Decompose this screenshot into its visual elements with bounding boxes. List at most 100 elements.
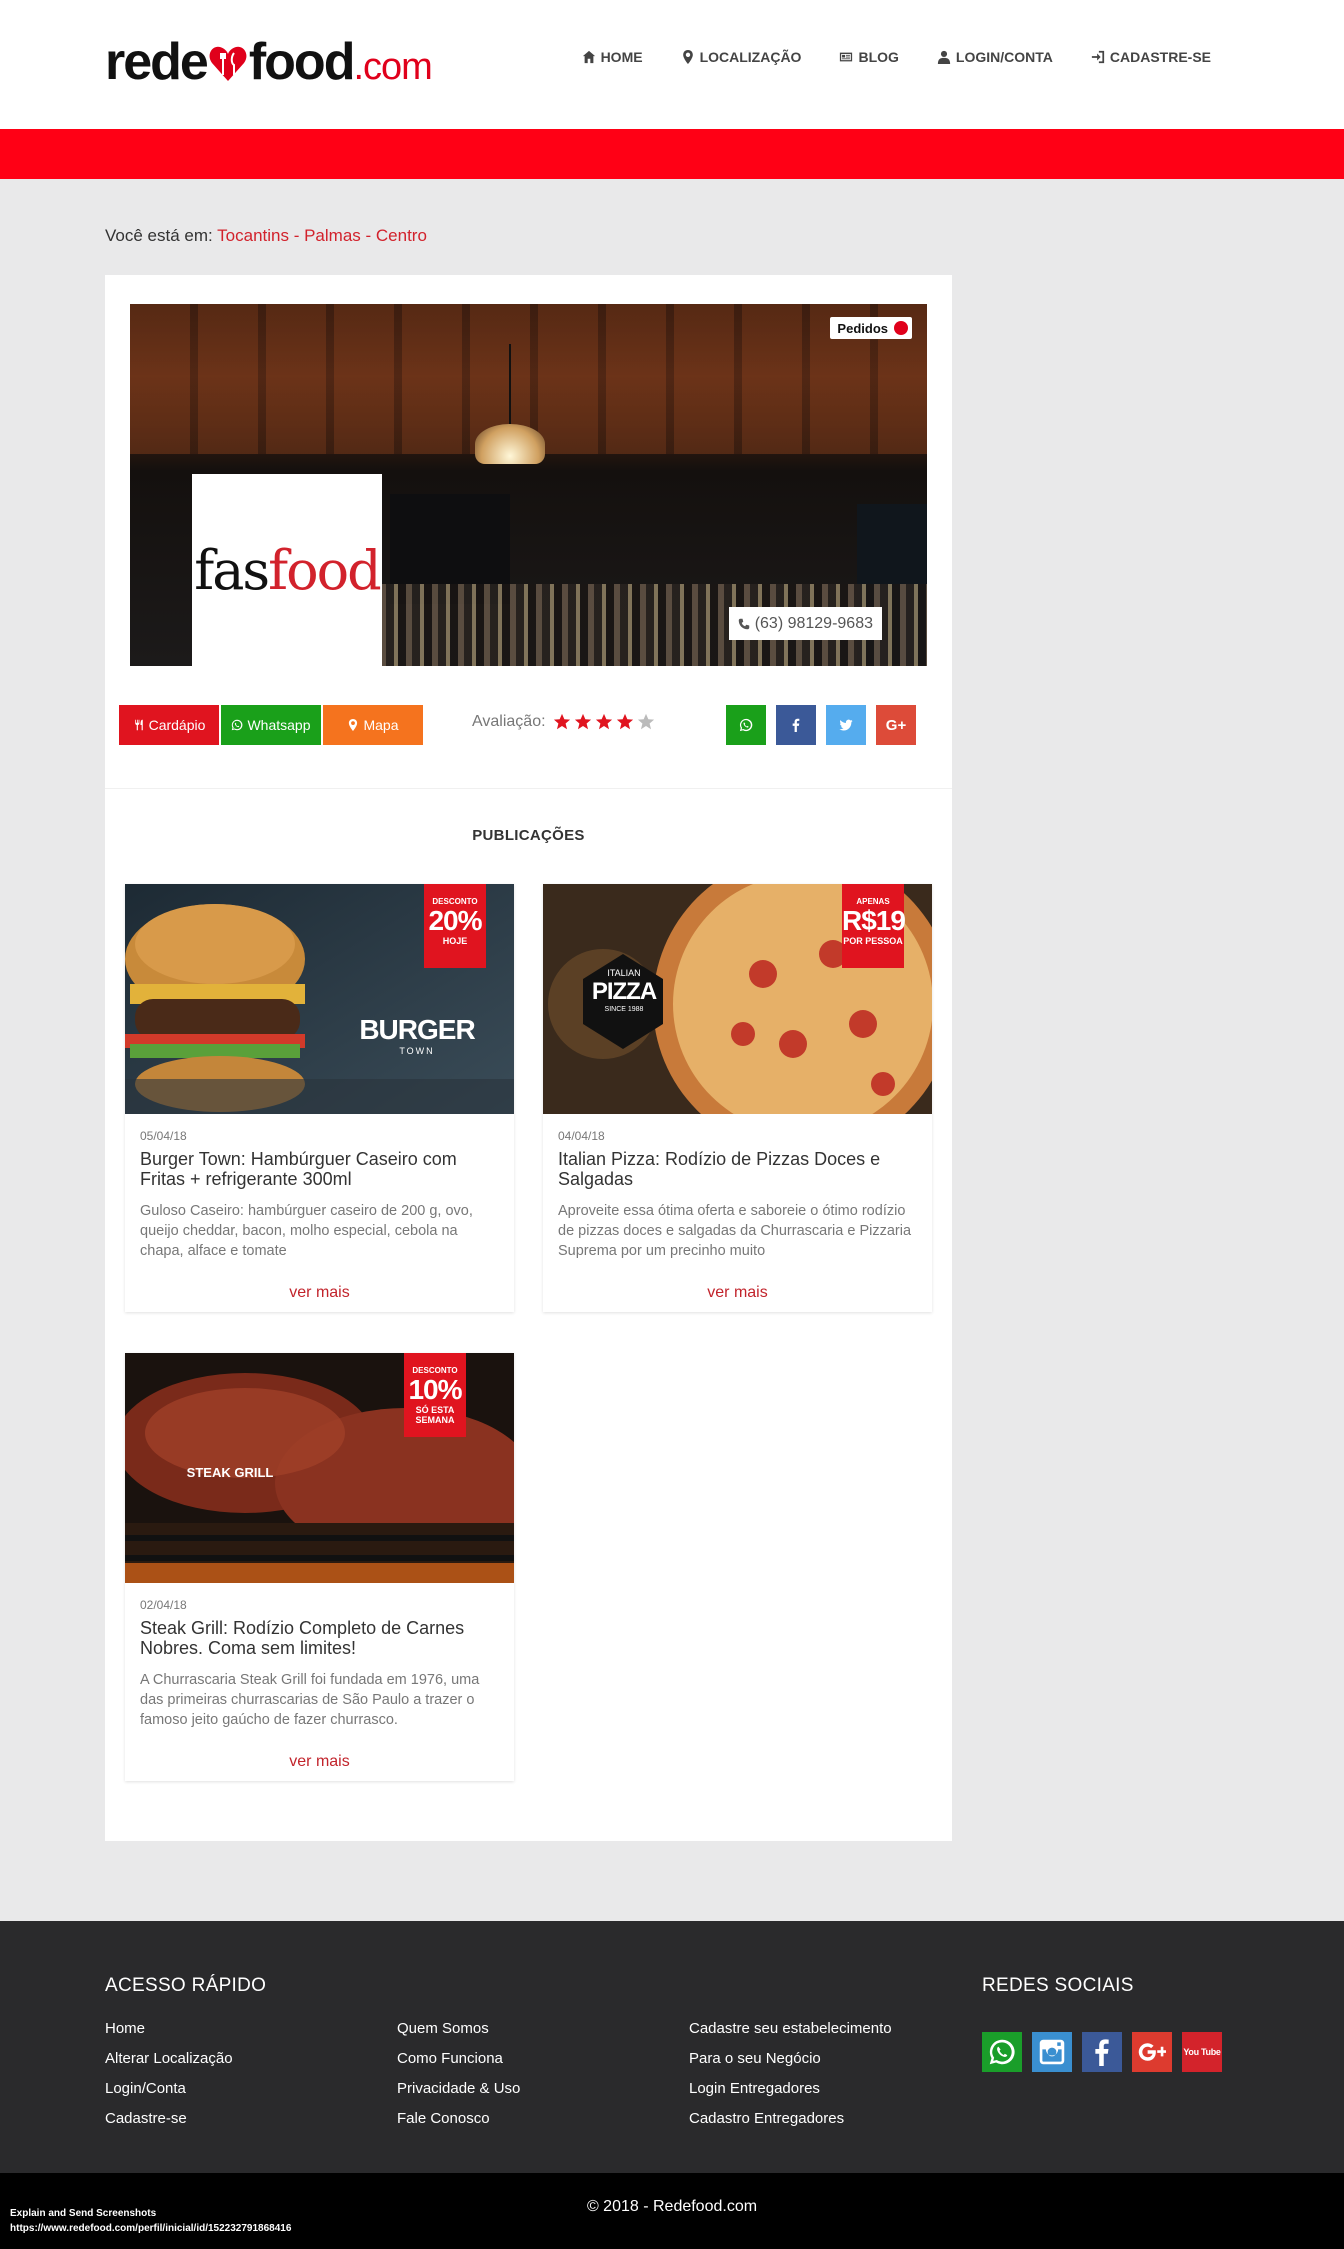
social-title: REDES SOCIAIS: [982, 1975, 1134, 1996]
whatsapp-icon: [739, 718, 753, 732]
quick-access-title: ACESSO RÁPIDO: [105, 1975, 267, 1996]
footer-link-home[interactable]: Home: [105, 2019, 233, 2039]
footer-link-register-business[interactable]: Cadastre seu estabelecimento: [689, 2019, 892, 2039]
rating: Avaliação:: [472, 713, 655, 731]
map-button[interactable]: Mapa: [323, 705, 423, 745]
instagram-icon: [1039, 2039, 1065, 2065]
post-image-brand-name: BURGER: [359, 1014, 475, 1045]
logo-text-rede: rede: [105, 33, 209, 91]
footer-link-change-location[interactable]: Alterar Localização: [105, 2049, 233, 2069]
footer-google-plus-link[interactable]: [1132, 2032, 1172, 2072]
google-plus-icon: G+: [885, 716, 907, 734]
footer-link-signup[interactable]: Cadastre-se: [105, 2109, 233, 2129]
star-empty-icon[interactable]: [637, 713, 655, 731]
footer-link-courier-login[interactable]: Login Entregadores: [689, 2079, 892, 2099]
post-title[interactable]: Steak Grill: Rodízio Completo de Carnes …: [140, 1618, 500, 1658]
read-more-link[interactable]: ver mais: [125, 1753, 514, 1771]
price-badge: APENAS R$19 POR PESSOA: [842, 884, 906, 968]
cover-lamp-wire: [509, 344, 511, 429]
footer-link-for-business[interactable]: Para o seu Negócio: [689, 2049, 892, 2069]
youtube-icon: You Tube: [1183, 2047, 1221, 2057]
sign-in-icon: [1091, 50, 1104, 64]
footer-column-1: Home Alterar Localização Login/Conta Cad…: [105, 2019, 233, 2129]
nav-location[interactable]: LOCALIZAÇÃO: [681, 49, 802, 65]
rating-stars[interactable]: [553, 713, 655, 731]
share-facebook-button[interactable]: [776, 705, 816, 745]
footer-link-how-it-works[interactable]: Como Funciona: [397, 2049, 520, 2069]
restaurant-profile-card: Pedidos fas food (63) 98129-9683 Cardápio…: [105, 275, 952, 1841]
star-filled-icon[interactable]: [574, 713, 592, 731]
nav-signup[interactable]: CADASTRE-SE: [1091, 49, 1211, 65]
menu-button-label: Cardápio: [148, 717, 206, 733]
post-image-brand: BURGER TOWN: [347, 1014, 487, 1056]
section-divider: [105, 788, 952, 789]
post-image[interactable]: APENAS R$19 POR PESSOA ITALIAN PIZZA SIN…: [543, 884, 932, 1114]
footer-link-login[interactable]: Login/Conta: [105, 2079, 233, 2099]
cover-lamp: [475, 424, 545, 464]
breadcrumb-district[interactable]: Centro: [376, 226, 427, 245]
discount-badge: DESCONTO 20% HOJE: [424, 884, 486, 968]
nav-blog[interactable]: BLOG: [839, 49, 899, 65]
footer-instagram-link[interactable]: [1032, 2032, 1072, 2072]
post-title[interactable]: Burger Town: Hambúrguer Caseiro com Frit…: [140, 1149, 500, 1189]
read-more-link[interactable]: ver mais: [543, 1284, 932, 1302]
breadcrumb-separator: -: [360, 226, 376, 245]
site-footer: ACESSO RÁPIDO REDES SOCIAIS Home Alterar…: [0, 1921, 1344, 2173]
nav-login[interactable]: LOGIN/CONTA: [937, 49, 1053, 65]
logo-text-dotcom: .com: [353, 46, 432, 88]
footer-link-courier-signup[interactable]: Cadastro Entregadores: [689, 2109, 892, 2129]
footer-link-about[interactable]: Quem Somos: [397, 2019, 520, 2039]
main-nav: HOME LOCALIZAÇÃO BLOG LOGIN/CONTA CADAST…: [582, 49, 1211, 65]
extension-title: Explain and Send Screenshots: [10, 2208, 157, 2219]
orders-button[interactable]: Pedidos: [830, 317, 912, 339]
nav-home[interactable]: HOME: [582, 49, 643, 65]
site-logo[interactable]: rede food .com: [105, 33, 433, 91]
whatsapp-button[interactable]: Whatsapp: [221, 705, 321, 745]
footer-column-2: Quem Somos Como Funciona Privacidade & U…: [397, 2019, 520, 2129]
badge-bottom-text: SÓ ESTA SEMANA: [415, 1405, 455, 1425]
red-banner-bar: [0, 129, 1344, 179]
post-image-brand-pre: ITALIAN: [607, 968, 641, 978]
newspaper-icon: [840, 52, 853, 62]
breadcrumb-city[interactable]: Palmas: [304, 226, 361, 245]
nav-location-label: LOCALIZAÇÃO: [699, 49, 802, 65]
post-image[interactable]: DESCONTO 20% HOJE BURGER TOWN: [125, 884, 514, 1114]
footer-link-contact[interactable]: Fale Conosco: [397, 2109, 520, 2129]
share-google-plus-button[interactable]: G+: [876, 705, 916, 745]
facebook-icon: [1095, 2039, 1109, 2066]
footer-column-3: Cadastre seu estabelecimento Para o seu …: [689, 2019, 892, 2129]
menu-button[interactable]: Cardápio: [119, 705, 219, 745]
post-card: DESCONTO 20% HOJE BURGER TOWN 05/04/18 B…: [125, 884, 514, 1312]
rating-label: Avaliação:: [472, 713, 546, 730]
post-excerpt: Guloso Caseiro: hambúrguer caseiro de 20…: [140, 1203, 473, 1259]
restaurant-logo-text-1: fas: [194, 538, 270, 602]
cover-image: Pedidos fas food (63) 98129-9683: [130, 304, 927, 666]
post-image-brand-sub: TOWN: [399, 1046, 435, 1056]
star-filled-icon[interactable]: [616, 713, 634, 731]
share-whatsapp-button[interactable]: [726, 705, 766, 745]
share-twitter-button[interactable]: [826, 705, 866, 745]
footer-link-privacy[interactable]: Privacidade & Uso: [397, 2079, 520, 2099]
read-more-link[interactable]: ver mais: [125, 1284, 514, 1302]
footer-whatsapp-link[interactable]: [982, 2032, 1022, 2072]
star-filled-icon[interactable]: [553, 713, 571, 731]
user-icon: [937, 50, 951, 64]
post-excerpt: Aproveite essa ótima oferta e saboreie o…: [558, 1203, 912, 1259]
post-date: 04/04/18: [558, 1129, 605, 1143]
footer-youtube-link[interactable]: You Tube: [1182, 2032, 1222, 2072]
post-card: DESCONTO 10% SÓ ESTA SEMANA STEAK GRILL …: [125, 1353, 514, 1781]
footer-facebook-link[interactable]: [1082, 2032, 1122, 2072]
phone-badge[interactable]: (63) 98129-9683: [728, 607, 882, 640]
map-button-label: Mapa: [363, 717, 399, 733]
post-title[interactable]: Italian Pizza: Rodízio de Pizzas Doces e…: [558, 1149, 918, 1189]
breadcrumb-separator: -: [288, 226, 305, 245]
extension-url: https://www.redefood.com/perfil/inicial/…: [10, 2223, 292, 2234]
post-image-brand: ITALIAN PIZZA SINCE 1988: [585, 968, 663, 1013]
phone-icon: [738, 618, 749, 629]
post-image[interactable]: DESCONTO 10% SÓ ESTA SEMANA STEAK GRILL: [125, 1353, 514, 1583]
whatsapp-icon: [232, 719, 243, 731]
breadcrumb-state[interactable]: Tocantins: [217, 226, 289, 245]
cutlery-icon: [134, 719, 143, 731]
map-marker-icon: [349, 719, 358, 731]
star-filled-icon[interactable]: [595, 713, 613, 731]
